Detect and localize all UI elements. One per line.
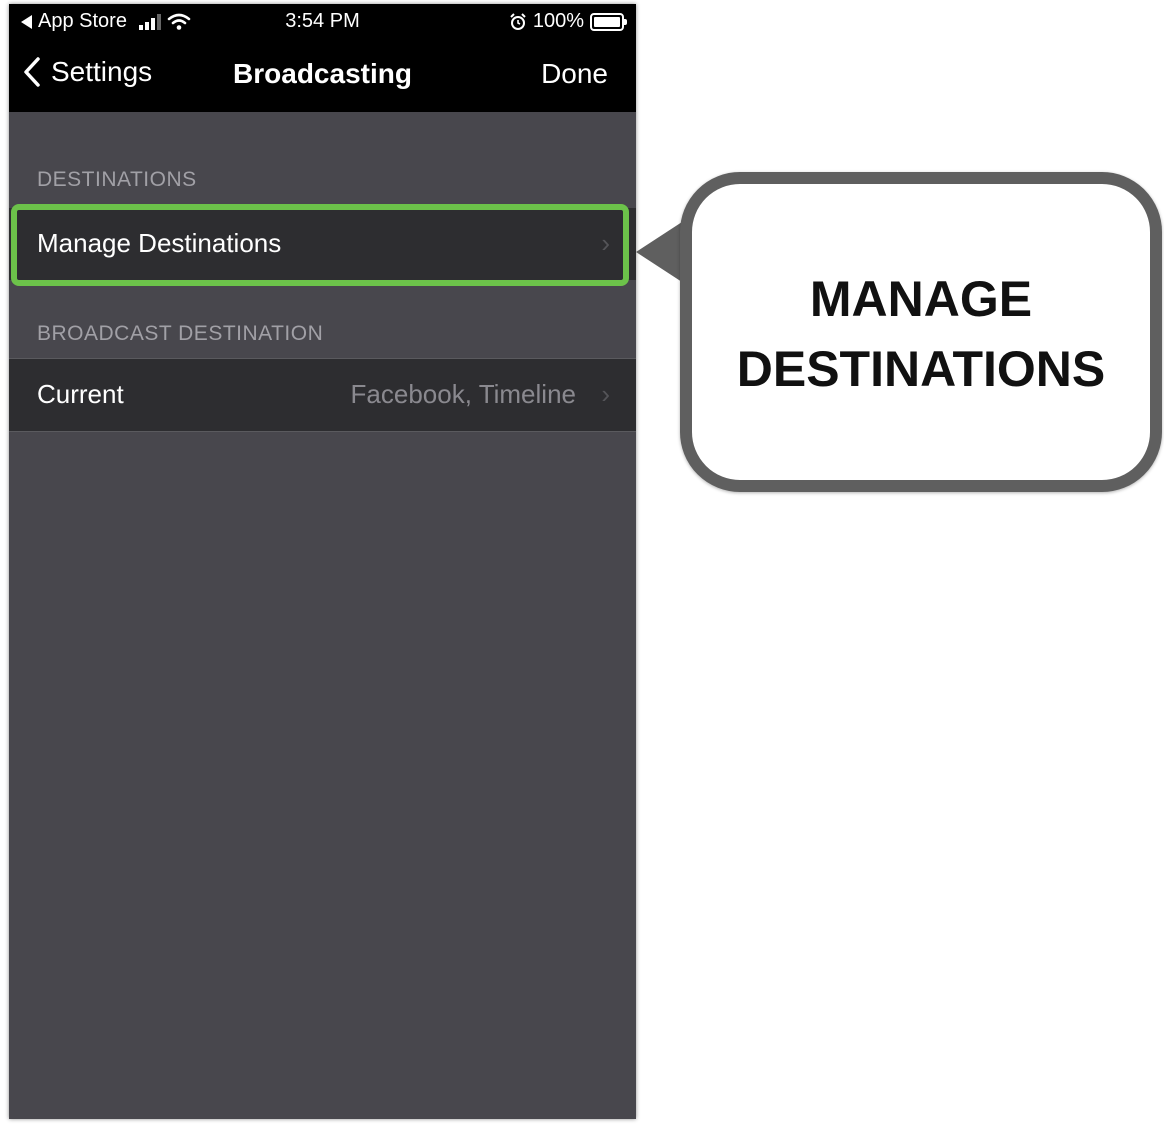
row-label: Current (37, 379, 124, 409)
alarm-icon (510, 12, 526, 30)
callout-text: MANAGE DESTINATIONS (692, 264, 1150, 404)
battery-percent: 100% (532, 10, 584, 32)
section-header-destinations: DESTINATIONS (37, 168, 197, 191)
section-header-broadcast-destination: BROADCAST DESTINATION (37, 322, 324, 345)
row-value: Facebook, Timeline (350, 379, 576, 409)
chevron-right-icon: › (601, 379, 610, 409)
done-button[interactable]: Done (541, 58, 608, 90)
callout-bubble: MANAGE DESTINATIONS (680, 172, 1162, 492)
highlight-box (11, 204, 629, 286)
battery-icon (590, 12, 627, 31)
callout-pointer (636, 222, 682, 282)
callout-line-1: MANAGE (809, 271, 1033, 327)
navigation-bar: Settings Broadcasting Done (9, 40, 636, 112)
current-destination-row[interactable]: Current Facebook, Timeline › (9, 358, 636, 432)
phone-screen: App Store 3:54 PM 100% Settings Broadcas… (9, 4, 636, 1119)
status-bar: App Store 3:54 PM 100% (9, 4, 636, 40)
callout-line-2: DESTINATIONS (736, 341, 1106, 397)
